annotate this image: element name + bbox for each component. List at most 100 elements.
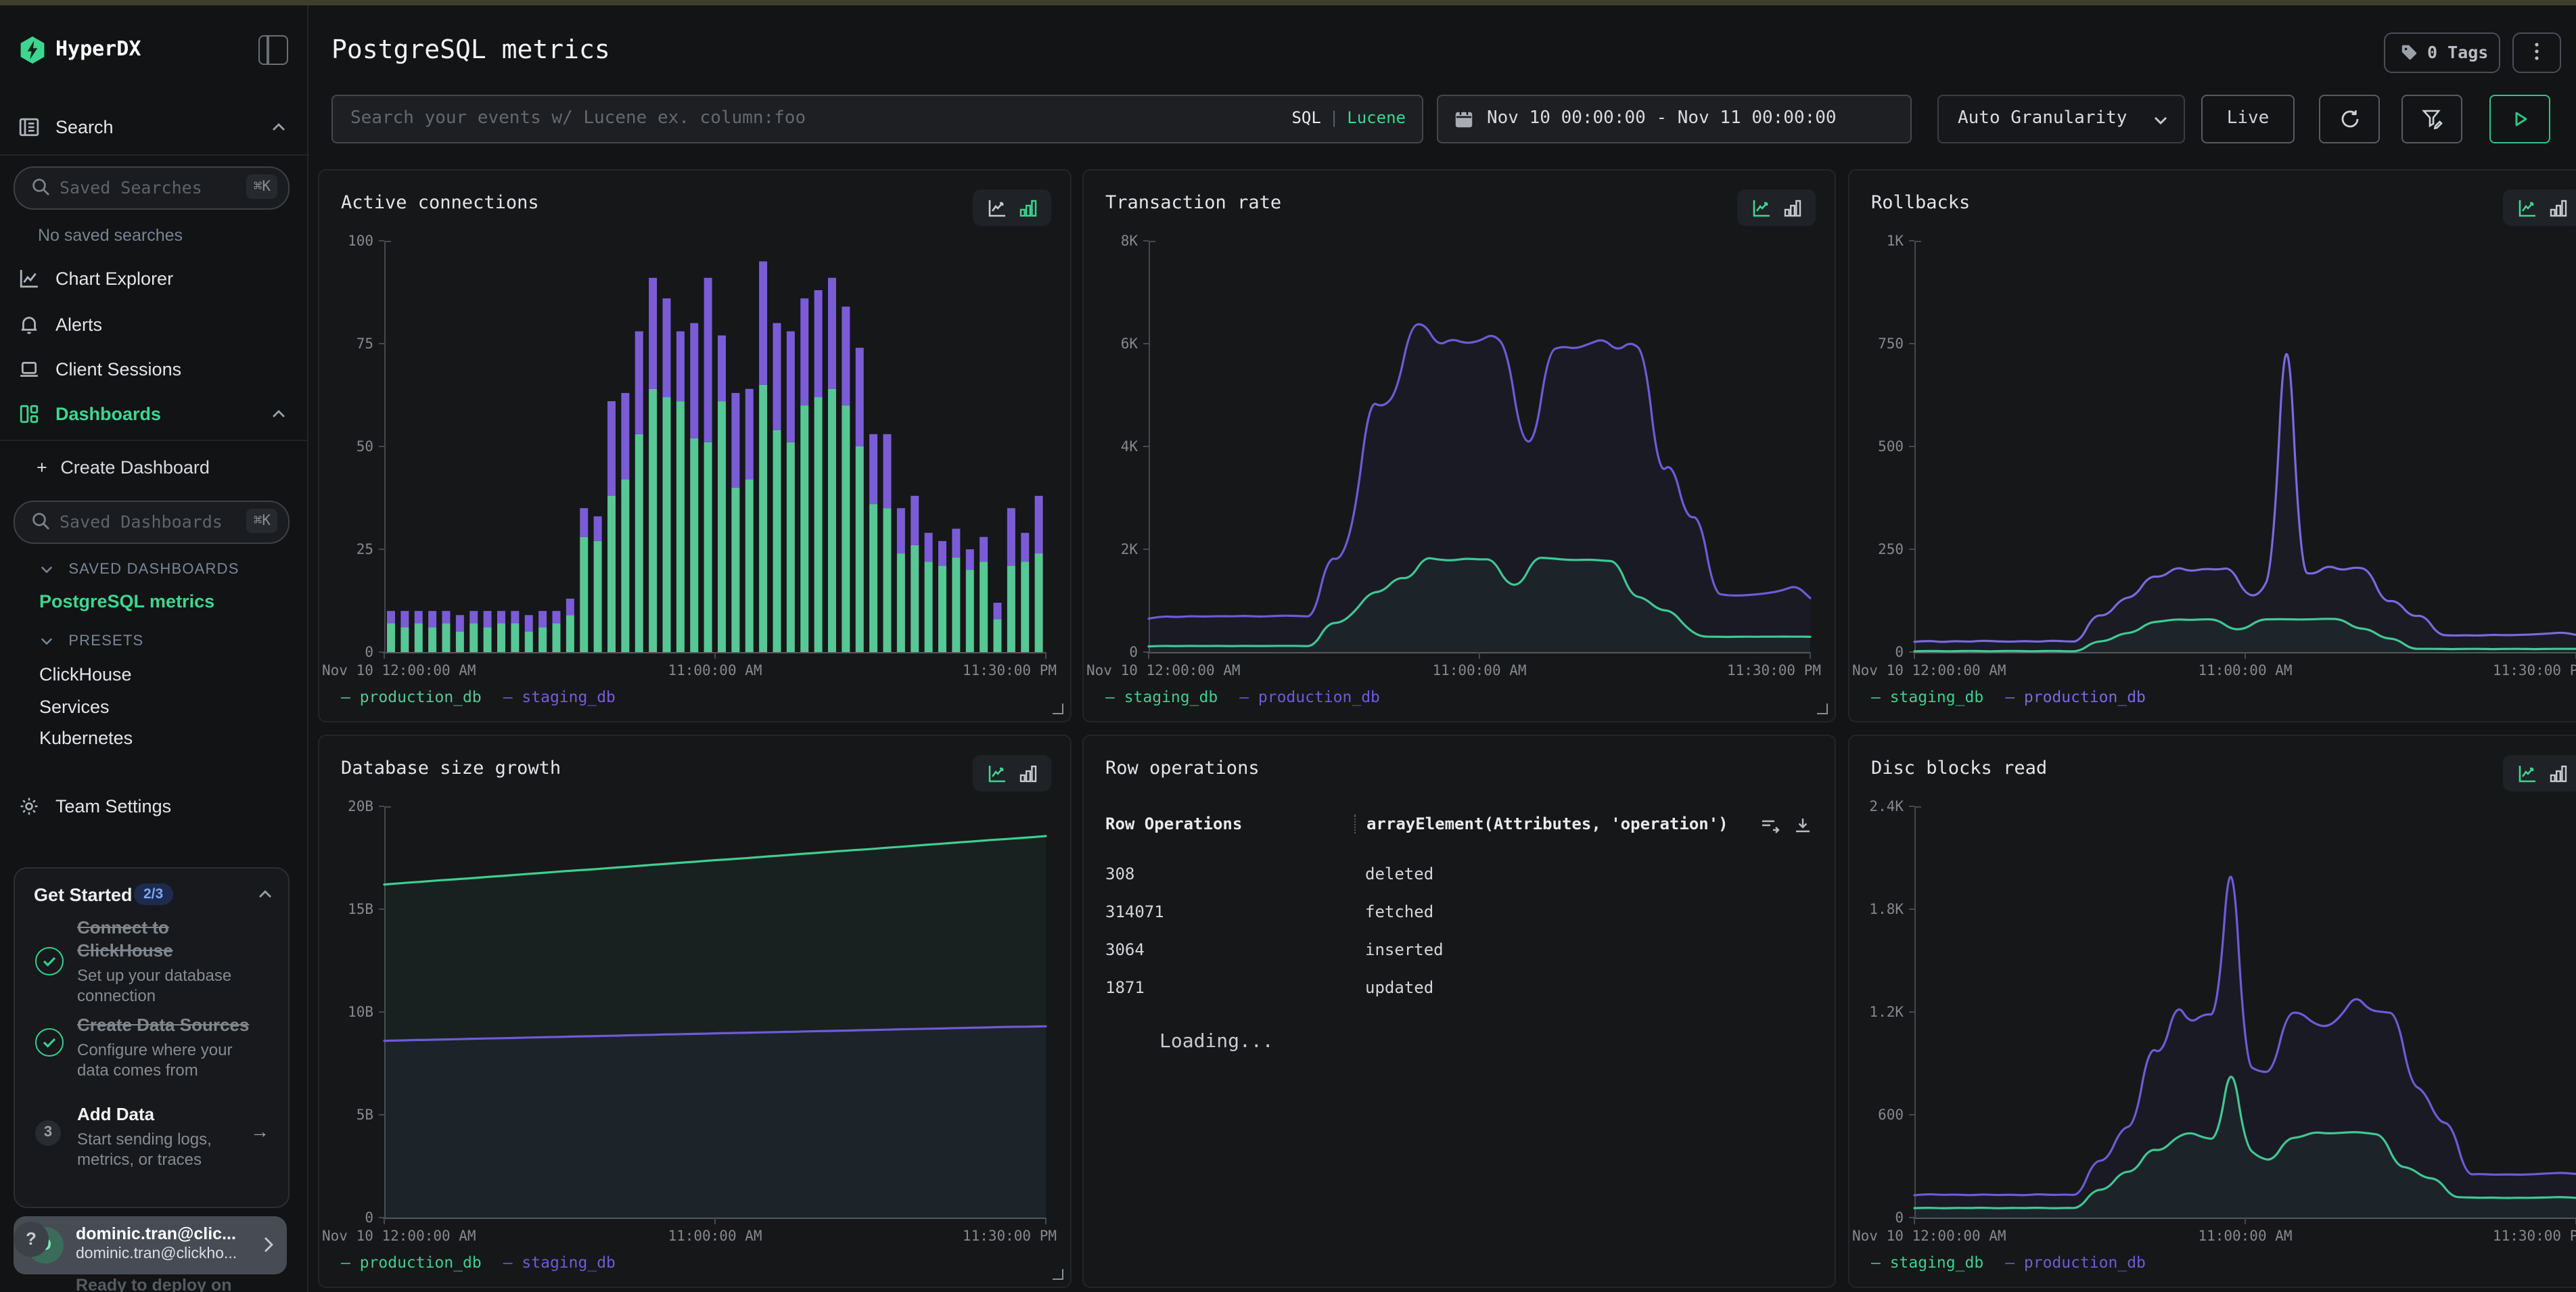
bar-chart-toggle-icon[interactable] [1782, 198, 1801, 217]
get-started-item-title: Connect to ClickHouse [77, 917, 256, 963]
chart-legend: — staging_db — production_db [1105, 687, 1402, 706]
get-started-item[interactable]: Connect to ClickHouseSet up your databas… [77, 917, 256, 1008]
get-started-item-subtitle: Configure where your data comes from [77, 1040, 256, 1082]
legend-item[interactable]: — staging_db [1871, 687, 1983, 706]
saved-dashboards-section-header[interactable]: SAVED DASHBOARDS [41, 561, 239, 578]
event-search-input[interactable]: Search your events w/ Lucene ex. column:… [331, 95, 1423, 143]
refresh-button[interactable] [2319, 95, 2380, 143]
svg-text:0: 0 [1895, 644, 1904, 660]
divider [0, 154, 307, 156]
legend-item[interactable]: — production_db [2005, 687, 2146, 706]
svg-text:Nov 10 12:00:00 AM: Nov 10 12:00:00 AM [322, 1228, 476, 1244]
sql-toggle[interactable]: SQL [1291, 108, 1320, 127]
sidebar-item-label: Client Sessions [55, 359, 181, 379]
sidebar-item-alerts[interactable]: Alerts [0, 307, 307, 342]
event-search-placeholder: Search your events w/ Lucene ex. column:… [350, 108, 806, 129]
lucene-toggle[interactable]: Lucene [1347, 108, 1406, 127]
sidebar-item-chart-explorer[interactable]: Chart Explorer [0, 261, 307, 296]
screen-share-strip [0, 0, 2576, 5]
line-chart-toggle-icon[interactable] [987, 198, 1006, 217]
card-resize-handle[interactable] [1053, 1269, 1063, 1280]
brand-name: HyperDX [55, 37, 141, 61]
language-toggle[interactable]: SQL|Lucene [1291, 108, 1406, 127]
svg-text:11:30:00 PM: 11:30:00 PM [963, 662, 1057, 678]
granularity-value: Auto Granularity [1958, 108, 2127, 129]
line-chart-toggle-icon[interactable] [1751, 198, 1770, 217]
granularity-select[interactable]: Auto Granularity [1937, 95, 2185, 143]
line-chart-toggle-icon[interactable] [2517, 198, 2536, 217]
line-chart-toggle-icon[interactable] [987, 764, 1006, 783]
saved-dashboards-input[interactable]: Saved Dashboards ⌘K [14, 501, 290, 544]
filter-button[interactable] [2401, 95, 2462, 143]
chevron-up-icon [272, 410, 285, 418]
chevron-down-icon [41, 637, 53, 645]
sidebar-item-postgresql-metrics[interactable]: PostgreSQL metrics [39, 591, 214, 612]
legend-item[interactable]: — production_db [341, 687, 482, 706]
svg-text:25: 25 [356, 541, 373, 557]
card-title: Transaction rate [1105, 192, 1281, 214]
legend-item[interactable]: — staging_db [1871, 1253, 1983, 1272]
svg-text:2K: 2K [1121, 541, 1138, 557]
sidebar-item-dashboards[interactable]: Dashboards [0, 396, 307, 432]
sidebar-item-label: Alerts [55, 315, 102, 335]
sidebar-item-client-sessions[interactable]: Client Sessions [0, 352, 307, 387]
chevron-up-icon[interactable] [258, 890, 272, 898]
bar-chart-toggle-icon[interactable] [1018, 764, 1037, 783]
bell-icon [19, 315, 39, 335]
date-range-input[interactable]: Nov 10 00:00:00 - Nov 11 00:00:00 [1437, 95, 1912, 143]
sort-columns-icon[interactable] [1760, 816, 1780, 836]
card-resize-handle[interactable] [1817, 703, 1828, 714]
live-button[interactable]: Live [2201, 95, 2295, 143]
get-started-item-subtitle: Start sending logs, metrics, or traces [77, 1130, 256, 1172]
tags-button[interactable]: 0 Tags [2384, 32, 2500, 73]
chevron-up-icon [272, 123, 285, 131]
get-started-item[interactable]: Add Data Start sending logs, metrics, or … [77, 1104, 256, 1172]
calendar-icon [1454, 110, 1473, 129]
legend-item[interactable]: — production_db [341, 1253, 482, 1272]
bar-chart-toggle-icon[interactable] [2548, 764, 2567, 783]
presets-section-header[interactable]: PRESETS [41, 633, 143, 649]
legend-item[interactable]: — staging_db [1105, 687, 1218, 706]
legend-item[interactable]: — staging_db [503, 1253, 616, 1272]
svg-text:5B: 5B [356, 1107, 373, 1123]
card-resize-handle[interactable] [1053, 703, 1063, 714]
legend-item[interactable]: — staging_db [503, 687, 616, 706]
chart-card-active-connections: Active connections1007550250Nov 10 12:00… [318, 169, 1072, 722]
sidebar-item-search[interactable]: Search [0, 110, 307, 145]
get-started-item[interactable]: Create Data SourcesConfigure where your … [77, 1015, 256, 1082]
chart-plot: 2.4K1.8K1.2K6000Nov 10 12:00:00 AM11:00:… [1849, 790, 2576, 1237]
card-title: Disc blocks read [1871, 758, 2047, 779]
user-profile-button[interactable]: D dominic.tran@clic... dominic.tran@clic… [14, 1216, 287, 1274]
sidebar-item-services[interactable]: Services [39, 697, 110, 717]
create-dashboard-button[interactable]: + Create Dashboard [37, 457, 210, 478]
bar-chart-toggle-icon[interactable] [1018, 198, 1037, 217]
cell-operation: updated [1365, 969, 1433, 1007]
get-started-item-title: Add Data [77, 1104, 256, 1127]
card-title: Rollbacks [1871, 192, 1970, 214]
run-query-button[interactable] [2489, 95, 2550, 143]
download-csv-icon[interactable] [1793, 816, 1813, 836]
shortcut-badge: ⌘K [247, 509, 277, 533]
tags-button-label: 0 Tags [2427, 42, 2488, 62]
bar-chart-toggle-icon[interactable] [2548, 198, 2567, 217]
svg-text:8K: 8K [1121, 233, 1138, 249]
table-body: 308deleted314071fetched3064inserted1871u… [1105, 855, 1816, 1007]
svg-text:6K: 6K [1121, 336, 1138, 352]
legend-item[interactable]: — production_db [2005, 1253, 2146, 1272]
sidebar-item-kubernetes[interactable]: Kubernetes [39, 728, 133, 748]
laptop-icon [19, 359, 39, 379]
cell-value: 3064 [1105, 940, 1145, 959]
get-started-title: Get Started [34, 885, 133, 905]
table-row: 3064inserted [1105, 931, 1816, 969]
svg-text:11:00:00 AM: 11:00:00 AM [668, 662, 762, 678]
saved-searches-input[interactable]: Saved Searches ⌘K [14, 166, 290, 210]
arrow-right-icon[interactable]: → [250, 1120, 269, 1142]
sidebar-item-team-settings[interactable]: Team Settings [0, 789, 307, 824]
sidebar-collapse-icon[interactable] [258, 35, 288, 65]
more-options-button[interactable] [2512, 32, 2561, 73]
legend-item[interactable]: — production_db [1239, 687, 1380, 706]
help-button[interactable]: ? [14, 1222, 49, 1257]
svg-text:Nov 10 12:00:00 AM: Nov 10 12:00:00 AM [1852, 662, 2006, 678]
line-chart-toggle-icon[interactable] [2517, 764, 2536, 783]
sidebar-item-clickhouse[interactable]: ClickHouse [39, 664, 132, 685]
